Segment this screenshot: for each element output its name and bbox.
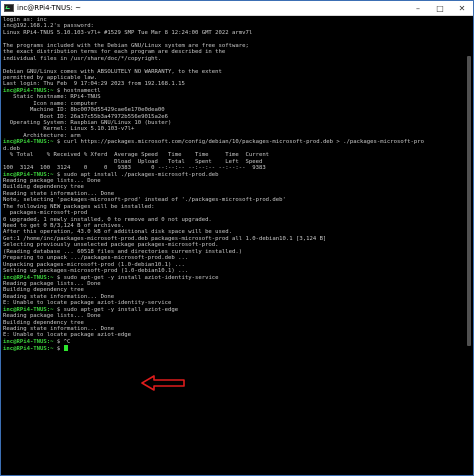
maximize-button[interactable]: □ [429, 1, 451, 15]
shell-prompt: inc@RPi4-TNUS:~ [3, 346, 57, 353]
terminal-text: E: Unable to locate package aziot-identi… [3, 300, 172, 307]
terminal-text: Selecting previously unselected package … [3, 242, 219, 249]
terminal-text: Reading state information... Done [3, 326, 115, 332]
terminal-text: 0 upgraded, 1 newly installed, 0 to remo… [3, 216, 212, 223]
terminal-output[interactable]: login as: inc inc@192.168.1.2's password:… [1, 16, 465, 475]
terminal-text: (Reading database ... 60518 files and di… [3, 248, 243, 255]
terminal-text: Need to get 0 B/3,124 B of archives. [3, 223, 125, 229]
shell-prompt: inc@RPi4-TNUS:~ [3, 306, 57, 313]
terminal-text: Building dependency tree [3, 184, 84, 191]
red-arrow-icon [141, 375, 185, 391]
scrollbar-thumb[interactable] [467, 56, 471, 346]
terminal-text: Last login: Thu Feb 9 17:04:29 2023 from… [3, 81, 185, 88]
vertical-scrollbar[interactable] [465, 16, 473, 475]
terminal-text: Architecture: arm [3, 132, 81, 139]
terminal-cursor [63, 345, 68, 352]
terminal-text: Boot ID: 26a37c55b3a47972b556e9015a2e6 [3, 113, 169, 120]
window-title: inc@RPi4-TNUS: ~ [17, 4, 81, 12]
terminal-line: inc@RPi4-TNUS:~ $ curl https://packages.… [3, 139, 465, 145]
terminal-text: 100 3124 100 3124 0 0 9383 0 --:--:-- --… [3, 165, 266, 172]
shell-prompt: inc@RPi4-TNUS:~ [3, 338, 57, 345]
terminal-text: The programs included with the Debian GN… [3, 42, 249, 49]
terminal-text: inc@192.168.1.2's password: [3, 23, 94, 30]
terminal-text: Dload Upload Total Spent Left Speed [3, 158, 263, 165]
terminal-text: Reading package lists... Done [3, 313, 101, 320]
terminal-text: After this operation, 43.0 kB of additio… [3, 229, 233, 236]
terminal-text: Building dependency tree [3, 287, 84, 294]
terminal-text: the exact distribution terms for each pr… [3, 49, 226, 56]
terminal-text: individual files in /usr/share/doc/*/cop… [3, 55, 162, 62]
terminal-text: $ ^C [56, 338, 71, 345]
red-arrow-annotation [141, 375, 185, 391]
terminal-text: $ [56, 346, 64, 353]
shell-prompt: inc@RPi4-TNUS:~ [3, 171, 57, 178]
terminal-text: Reading state information... Done [3, 293, 115, 300]
terminal-text: Preparing to unpack .../packages-microso… [3, 255, 189, 262]
minimize-button[interactable]: – [407, 1, 429, 15]
terminal-text: $ sudo apt-get -y install aziot-edge [56, 306, 179, 313]
terminal-text: Debian GNU/Linux comes with ABSOLUTELY N… [3, 68, 222, 75]
terminal-text: d.deb [3, 145, 20, 152]
terminal-text: login as: inc [3, 17, 47, 23]
terminal-text: Operating System: Raspbian GNU/Linux 10 … [3, 120, 172, 126]
shell-prompt: inc@RPi4-TNUS:~ [3, 87, 57, 94]
terminal-text: $ sudo apt-get -y install aziot-identity… [56, 274, 219, 281]
terminal-text: Kernel: Linux 5.10.103-v7l+ [3, 126, 135, 133]
terminal-text: The following NEW packages will be insta… [3, 203, 155, 210]
terminal-text: Reading state information... Done [3, 190, 115, 197]
terminal-text: Static hostname: RPi4-TNUS [3, 94, 101, 101]
terminal-text: packages-microsoft-prod [3, 210, 88, 217]
terminal-line: inc@RPi4-TNUS:~ $ [3, 345, 465, 353]
terminal-text: Get:1 /home/inc/packages-microsoft-prod.… [3, 235, 327, 242]
terminal-text: E: Unable to locate package aziot-edge [3, 332, 131, 339]
terminal-text: Reading package lists... Done [3, 177, 101, 184]
terminal-text: % Total % Received % Xferd Average Speed… [3, 152, 270, 159]
terminal-text: Building dependency tree [3, 319, 84, 326]
close-button[interactable]: ✕ [451, 1, 473, 15]
terminal-text: Unpacking packages-microsoft-prod (1.0-d… [3, 261, 185, 268]
terminal-text: Machine ID: 8bc0070d55429cae6e170e0dea00 [3, 107, 165, 114]
terminal-text: Icon name: computer [3, 100, 98, 107]
terminal-text: permitted by applicable law. [3, 74, 98, 81]
terminal-text: Setting up packages-microsoft-prod (1.0-… [3, 268, 189, 275]
shell-prompt: inc@RPi4-TNUS:~ [3, 139, 57, 146]
title-bar[interactable]: inc@RPi4-TNUS: ~ – □ ✕ [1, 1, 473, 16]
terminal-window: inc@RPi4-TNUS: ~ – □ ✕ login as: inc inc@… [0, 0, 474, 476]
terminal-text: $ hostnamectl [56, 87, 101, 94]
terminal-text: $ curl https://packages.microsoft.com/co… [56, 139, 424, 146]
putty-terminal-icon [4, 4, 14, 12]
terminal-text: $ sudo apt install ./packages-microsoft-… [56, 171, 219, 178]
terminal-text: Note, selecting 'packages-microsoft-prod… [3, 197, 286, 204]
shell-prompt: inc@RPi4-TNUS:~ [3, 274, 57, 281]
terminal-text: Reading package lists... Done [3, 280, 101, 287]
terminal-text: Linux RPi4-TNUS 5.10.103-v7l+ #1529 SMP … [3, 29, 253, 36]
